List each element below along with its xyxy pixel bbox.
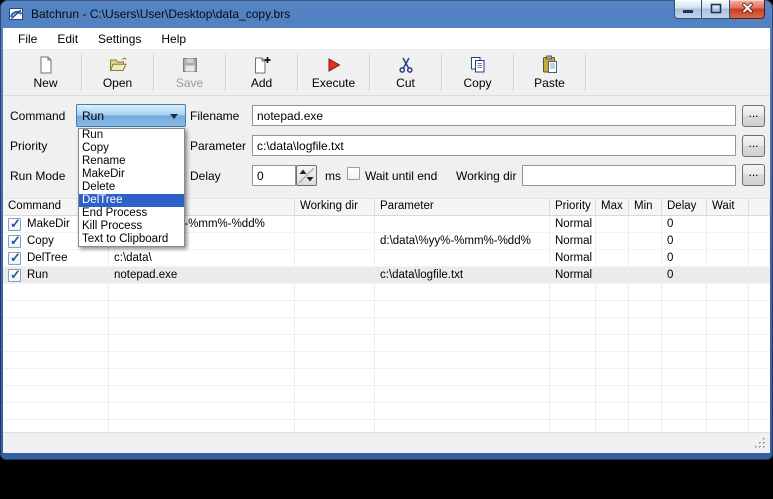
- resize-grip[interactable]: [753, 436, 767, 450]
- execute-play-icon: [328, 58, 341, 72]
- filename-input[interactable]: [252, 105, 736, 126]
- save-floppy-icon: [182, 58, 197, 72]
- command-combobox-value: Run: [82, 108, 105, 123]
- command-dropdown-popup: Run Copy Rename MakeDir Delete DelTree E…: [78, 128, 185, 247]
- cut-button[interactable]: Cut: [370, 50, 441, 95]
- dropdown-item-deltree[interactable]: DelTree: [79, 194, 184, 207]
- filename-browse-button[interactable]: ...: [742, 105, 765, 127]
- toolbar: New Open Save Add Execute Cut Copy Paste: [3, 50, 770, 96]
- row-checkbox[interactable]: [8, 267, 21, 283]
- column-header-parameter[interactable]: Parameter: [375, 199, 550, 215]
- parameter-label: Parameter: [190, 139, 247, 153]
- open-folder-icon: [109, 57, 127, 71]
- menu-settings[interactable]: Settings: [88, 29, 151, 49]
- paste-button[interactable]: Paste: [514, 50, 585, 95]
- priority-label: Priority: [10, 139, 48, 153]
- execute-button[interactable]: Execute: [298, 50, 369, 95]
- dropdown-item-end-process[interactable]: End Process: [79, 207, 184, 220]
- toolbar-separator: [585, 54, 586, 91]
- minimize-icon: [683, 10, 693, 13]
- screen: Batchrun - C:\Users\User\Desktop\data_co…: [0, 0, 773, 499]
- menu-bar: File Edit Settings Help: [3, 28, 770, 50]
- working-dir-label: Working dir: [456, 169, 517, 183]
- empty-table-rows: [3, 284, 770, 432]
- add-document-icon: [254, 57, 270, 74]
- row-checkbox[interactable]: [8, 233, 21, 249]
- add-button[interactable]: Add: [226, 50, 297, 95]
- delay-label: Delay: [190, 169, 221, 183]
- run-mode-label: Run Mode: [10, 169, 66, 183]
- spin-up-down-icon: [298, 167, 315, 184]
- chevron-down-icon: [170, 114, 178, 119]
- parameter-browse-button[interactable]: ...: [742, 135, 765, 157]
- window-controls: [674, 0, 765, 19]
- dropdown-item-makedir[interactable]: MakeDir: [79, 168, 184, 181]
- cut-scissors-icon: [398, 57, 413, 73]
- close-button[interactable]: [730, 0, 765, 19]
- parameter-input[interactable]: [252, 135, 736, 156]
- copy-pages-icon: [470, 57, 484, 73]
- command-label: Command: [10, 109, 66, 123]
- copy-button[interactable]: Copy: [442, 50, 513, 95]
- minimize-button[interactable]: [674, 0, 702, 19]
- column-header-min[interactable]: Min: [629, 199, 662, 215]
- column-header-delay[interactable]: Delay: [662, 199, 707, 215]
- menu-edit[interactable]: Edit: [47, 29, 88, 49]
- status-bar: [3, 432, 770, 453]
- delay-spinner[interactable]: [296, 165, 317, 186]
- dropdown-item-rename[interactable]: Rename: [79, 155, 184, 168]
- column-header-max[interactable]: Max: [596, 199, 629, 215]
- new-document-icon: [40, 56, 51, 74]
- delay-unit-label: ms: [325, 169, 341, 183]
- wait-until-end-label: Wait until end: [365, 169, 438, 183]
- batchrun-icon: [9, 7, 23, 20]
- dropdown-item-run[interactable]: Run: [79, 129, 184, 142]
- paste-clipboard-icon: [542, 55, 557, 73]
- menu-help[interactable]: Help: [151, 29, 196, 49]
- filename-label: Filename: [190, 109, 240, 123]
- maximize-button[interactable]: [702, 0, 730, 19]
- table-row-selected[interactable]: Run notepad.exe c:\data\logfile.txt Norm…: [3, 267, 770, 284]
- command-combobox[interactable]: Run: [76, 104, 186, 127]
- menu-file[interactable]: File: [8, 29, 47, 49]
- close-icon: [741, 2, 753, 14]
- dropdown-item-text-to-clipboard[interactable]: Text to Clipboard: [79, 233, 184, 246]
- window-title: Batchrun - C:\Users\User\Desktop\data_co…: [31, 7, 291, 21]
- row-checkbox[interactable]: [8, 250, 21, 266]
- dropdown-item-copy[interactable]: Copy: [79, 142, 184, 155]
- title-bar[interactable]: Batchrun - C:\Users\User\Desktop\data_co…: [0, 0, 773, 28]
- save-button: Save: [154, 50, 225, 95]
- maximize-icon: [710, 3, 721, 14]
- delay-input[interactable]: [252, 165, 296, 186]
- working-dir-input[interactable]: [522, 165, 736, 186]
- dropdown-item-kill-process[interactable]: Kill Process: [79, 220, 184, 233]
- column-header-wait[interactable]: Wait: [707, 199, 749, 215]
- column-header-working-dir[interactable]: Working dir: [295, 199, 375, 215]
- open-button[interactable]: Open: [82, 50, 153, 95]
- row-checkbox[interactable]: [8, 216, 21, 232]
- column-header-filler: [749, 199, 770, 215]
- column-header-priority[interactable]: Priority: [550, 199, 596, 215]
- working-dir-browse-button[interactable]: ...: [742, 164, 765, 186]
- wait-until-end-checkbox[interactable]: [347, 167, 360, 180]
- new-button[interactable]: New: [10, 50, 81, 95]
- table-row[interactable]: DelTree c:\data\ Normal 0: [3, 250, 770, 267]
- dropdown-item-delete[interactable]: Delete: [79, 181, 184, 194]
